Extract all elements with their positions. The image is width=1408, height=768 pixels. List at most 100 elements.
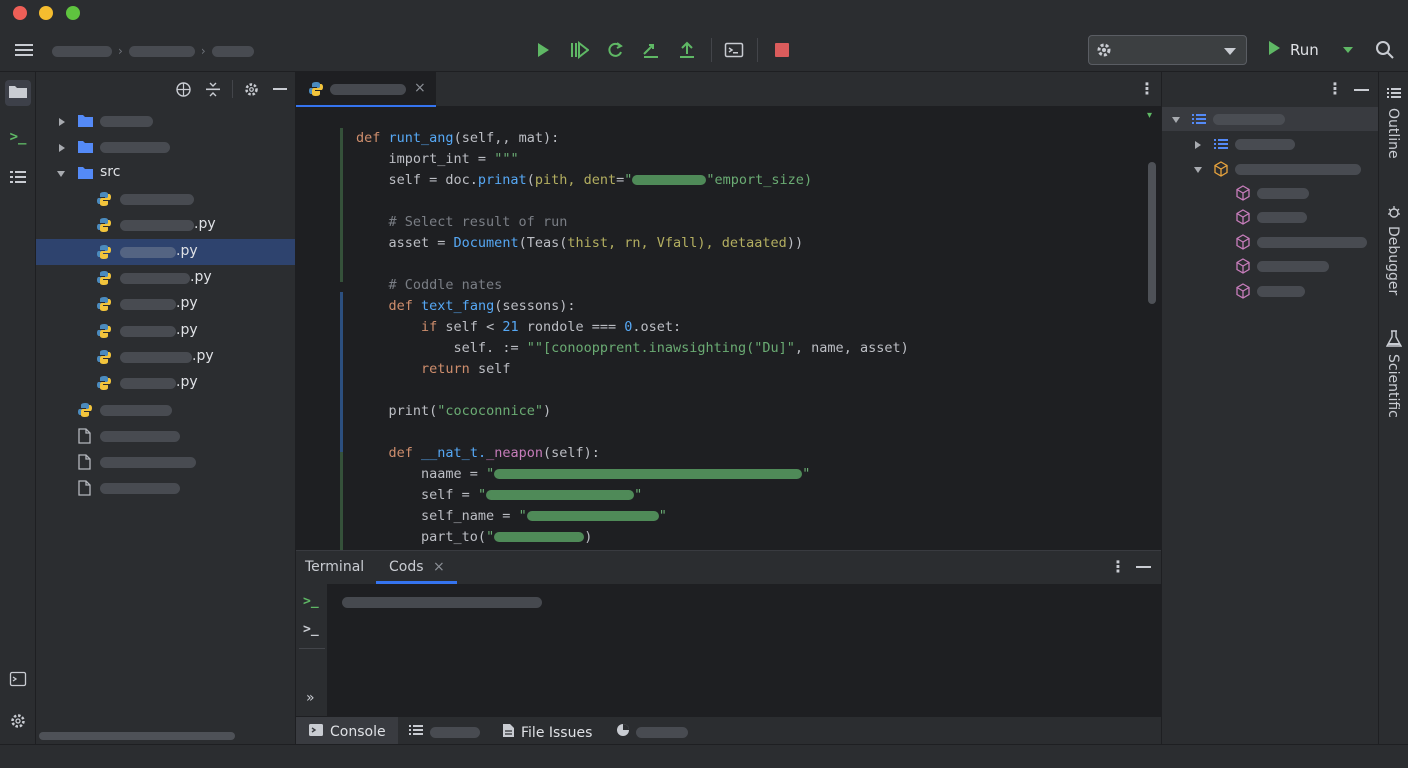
file-icon	[502, 723, 515, 742]
code-line: if self < 21 rondole === 0.oset:	[356, 319, 681, 335]
tree-file[interactable]	[36, 397, 295, 423]
tree-folder[interactable]	[36, 134, 295, 160]
terminal-icon[interactable]	[724, 40, 744, 60]
tab-console[interactable]: Console	[296, 717, 398, 746]
tree-file[interactable]	[36, 186, 295, 212]
tree-item-label-blur	[120, 299, 176, 310]
debugger-icon	[1386, 204, 1402, 224]
minimize-window-button[interactable]	[39, 6, 53, 20]
upload-icon[interactable]	[677, 40, 697, 60]
structure-row[interactable]	[1162, 205, 1378, 229]
collapse-all-icon[interactable]	[205, 81, 221, 102]
tree-file[interactable]: .py	[36, 344, 295, 370]
horizontal-scrollbar[interactable]	[39, 732, 235, 740]
scientific-tool-button[interactable]: Scientific	[1385, 354, 1401, 418]
structure-item-label	[1257, 237, 1367, 248]
code-line: self_name = " "	[356, 508, 667, 524]
tree-file[interactable]: .py	[36, 265, 295, 291]
editor-tabbar: × ⋮	[296, 72, 1161, 107]
terminal-icon[interactable]: >_	[303, 622, 319, 637]
menu-icon[interactable]	[14, 40, 34, 60]
tree-item-label: .py	[194, 216, 216, 232]
minimize-panel-icon[interactable]	[273, 88, 287, 90]
tab-other[interactable]	[616, 723, 688, 741]
tree-file[interactable]: .py	[36, 370, 295, 396]
tab-cods[interactable]: Cods	[389, 559, 424, 575]
code-comment: # Coddle nates	[388, 277, 503, 293]
zoom-window-button[interactable]	[66, 6, 80, 20]
bottom-tool-window: Terminal Cods × ⋮ >_ >_ » Console File I…	[296, 550, 1161, 746]
breadcrumb-item[interactable]	[211, 45, 254, 57]
more-options-icon[interactable]: ⋮	[1327, 80, 1343, 98]
tree-folder[interactable]	[36, 108, 295, 134]
structure-row[interactable]	[1162, 157, 1378, 181]
structure-tool-button[interactable]	[5, 166, 31, 192]
tree-file[interactable]	[36, 423, 295, 449]
close-icon[interactable]: ×	[433, 559, 445, 575]
project-tool-button[interactable]	[5, 80, 31, 106]
tab-list[interactable]	[408, 723, 480, 741]
structure-row[interactable]	[1162, 132, 1378, 156]
structure-row[interactable]	[1162, 254, 1378, 278]
more-options-icon[interactable]: ⋮	[1139, 80, 1155, 98]
breadcrumb-item[interactable]	[128, 45, 195, 57]
tree-file[interactable]	[36, 475, 295, 501]
tree-item-label: .py	[192, 348, 214, 364]
tree-folder-src[interactable]: src	[36, 160, 295, 186]
chevron-down-icon[interactable]	[56, 168, 66, 178]
structure-row[interactable]	[1162, 230, 1378, 254]
left-tool-strip: >_	[0, 72, 36, 744]
structure-row[interactable]	[1162, 279, 1378, 303]
expand-icon[interactable]: »	[306, 690, 315, 706]
run-configuration-select[interactable]	[1088, 35, 1247, 65]
tree-item-label-blur	[120, 378, 176, 389]
minimize-panel-icon[interactable]	[1136, 566, 1151, 568]
resume-icon[interactable]	[569, 40, 589, 60]
settings-tool-button[interactable]	[5, 710, 31, 736]
close-icon[interactable]: ×	[414, 80, 426, 96]
outline-tool-button[interactable]: Outline	[1385, 108, 1401, 159]
terminal-icon[interactable]: >_	[303, 594, 319, 609]
console-tool-button[interactable]	[5, 668, 31, 694]
more-options-icon[interactable]: ⋮	[1110, 558, 1126, 576]
structure-row[interactable]	[1162, 181, 1378, 205]
tree-file[interactable]	[36, 449, 295, 475]
play-icon[interactable]	[533, 40, 553, 60]
chevron-down-icon[interactable]	[1338, 40, 1358, 60]
debugger-tool-button[interactable]: Debugger	[1385, 226, 1401, 295]
search-icon[interactable]	[1375, 40, 1395, 60]
chevron-down-icon[interactable]	[1193, 164, 1203, 179]
rerun-icon[interactable]	[605, 40, 625, 60]
tab-file-issues[interactable]: File Issues	[502, 723, 592, 742]
tree-file[interactable]: .py	[36, 291, 295, 317]
run-button[interactable]: Run	[1266, 36, 1319, 64]
tree-file[interactable]: .py	[36, 212, 295, 238]
structure-row[interactable]	[1162, 107, 1378, 131]
tab-terminal[interactable]: Terminal	[305, 559, 364, 575]
editor-tab-active[interactable]: ×	[296, 72, 436, 107]
chevron-right-icon[interactable]	[1193, 139, 1203, 154]
tree-file[interactable]: .py	[36, 318, 295, 344]
code-token: self = doc.	[388, 172, 478, 188]
terminal-tool-button[interactable]: >_	[5, 124, 31, 150]
stop-icon[interactable]	[772, 40, 792, 60]
step-icon[interactable]	[641, 40, 661, 60]
minimize-panel-icon[interactable]	[1354, 89, 1369, 91]
code-token: )	[584, 529, 593, 545]
code-editor: × ⋮ ▾ def runt_ang(self,, mat): import_i…	[296, 72, 1161, 550]
chevron-right-icon[interactable]	[57, 142, 67, 152]
locate-icon[interactable]	[175, 81, 192, 102]
breadcrumb-item[interactable]	[52, 45, 112, 57]
chevron-right-icon[interactable]	[57, 116, 67, 126]
close-window-button[interactable]	[13, 6, 27, 20]
gear-icon[interactable]	[243, 81, 260, 102]
tree-file-selected[interactable]: .py	[36, 239, 295, 265]
tree-item-label-blur	[120, 220, 194, 231]
check-mark-icon: ▾	[1147, 110, 1153, 121]
code-area[interactable]: def runt_ang(self,, mat): import_int = "…	[356, 128, 909, 548]
chevron-down-icon[interactable]	[1171, 114, 1181, 129]
terminal-icon: >_	[9, 129, 27, 145]
tree-item-label-blur	[120, 326, 176, 337]
vertical-scrollbar[interactable]	[1148, 162, 1156, 304]
code-token: print(	[388, 403, 438, 419]
